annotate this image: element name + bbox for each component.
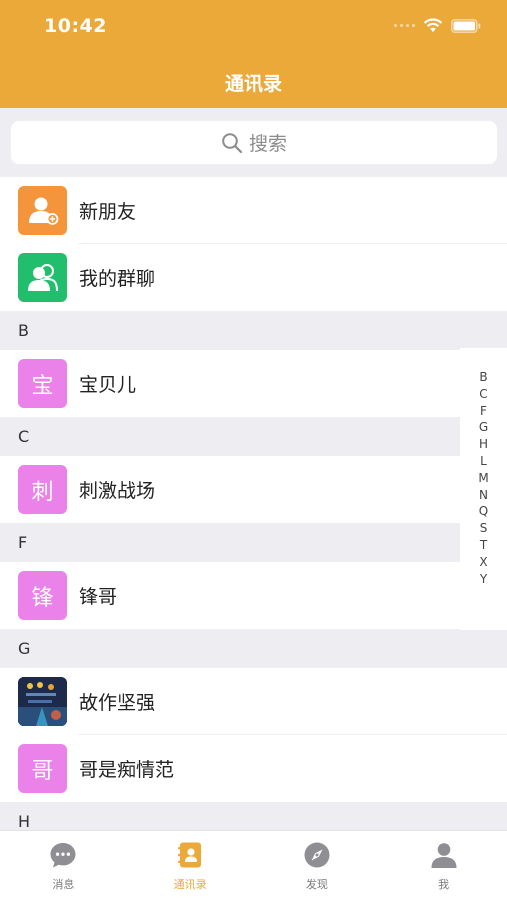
- signal-icon: [394, 24, 415, 27]
- search-input[interactable]: 搜索: [11, 121, 497, 164]
- compass-icon: [303, 841, 331, 869]
- contact-row[interactable]: 故作坚强: [0, 668, 507, 735]
- tab-messages[interactable]: 消息: [0, 831, 127, 900]
- list-item-new-friends[interactable]: 新朋友: [0, 177, 507, 244]
- index-letter[interactable]: L: [480, 453, 487, 470]
- status-indicators: [394, 18, 481, 33]
- list-item-label: 新朋友: [79, 201, 137, 223]
- status-time: 10:42: [44, 15, 107, 37]
- section-header-h: H: [0, 802, 507, 830]
- index-letter[interactable]: T: [480, 537, 487, 554]
- contact-row[interactable]: 哥 哥是痴情范: [0, 735, 507, 802]
- alphabet-index[interactable]: B C F G H L M N Q S T X Y: [460, 348, 507, 630]
- contact-row[interactable]: 刺 刺激战场: [0, 456, 507, 523]
- avatar: 哥: [18, 744, 67, 793]
- search-placeholder: 搜索: [248, 133, 287, 155]
- new-friend-icon: [18, 186, 67, 235]
- index-letter[interactable]: B: [479, 369, 487, 386]
- navigation-bar: 通讯录: [0, 56, 507, 108]
- status-bar: 10:42: [0, 0, 507, 56]
- index-letter[interactable]: Y: [480, 571, 487, 588]
- person-icon: [430, 841, 458, 869]
- contact-name: 故作坚强: [79, 692, 156, 714]
- index-letter[interactable]: M: [478, 470, 488, 487]
- list-item-group-chats[interactable]: 我的群聊: [0, 244, 507, 311]
- tab-label: 通讯录: [173, 878, 207, 891]
- contact-list: 新朋友 我的群聊 B 宝 宝贝儿 C 刺 刺激战场 F 锋 锋哥 G 故作坚强 …: [0, 177, 507, 830]
- tab-label: 发现: [305, 878, 328, 891]
- index-letter[interactable]: Q: [479, 503, 488, 520]
- chat-bubble-icon: [49, 841, 77, 869]
- section-header-b: B: [0, 311, 507, 350]
- avatar: 刺: [18, 465, 67, 514]
- tab-label: 消息: [52, 878, 75, 891]
- search-area: 搜索: [0, 108, 507, 177]
- tab-bar: 消息 通讯录 发现 我: [0, 830, 507, 900]
- wifi-icon: [423, 18, 443, 32]
- tab-me[interactable]: 我: [380, 831, 507, 900]
- battery-icon: [451, 18, 481, 33]
- contact-row[interactable]: 宝 宝贝儿: [0, 350, 507, 417]
- tab-contacts[interactable]: 通讯录: [127, 831, 254, 900]
- contact-name: 刺激战场: [79, 480, 156, 502]
- group-chat-icon: [18, 253, 67, 302]
- contact-name: 哥是痴情范: [79, 759, 175, 781]
- index-letter[interactable]: C: [479, 386, 487, 403]
- section-header-c: C: [0, 417, 507, 456]
- tab-discover[interactable]: 发现: [254, 831, 381, 900]
- index-letter[interactable]: X: [479, 554, 487, 571]
- index-letter[interactable]: F: [480, 403, 487, 420]
- avatar-photo: [18, 677, 67, 726]
- list-item-label: 我的群聊: [79, 268, 156, 290]
- section-header-f: F: [0, 523, 507, 562]
- contact-name: 宝贝儿: [79, 374, 137, 396]
- search-icon: [222, 132, 243, 153]
- index-letter[interactable]: G: [479, 419, 488, 436]
- avatar: 宝: [18, 359, 67, 408]
- avatar: 锋: [18, 571, 67, 620]
- index-letter[interactable]: H: [479, 436, 488, 453]
- tab-label: 我: [438, 878, 450, 891]
- index-letter[interactable]: S: [480, 520, 488, 537]
- contact-name: 锋哥: [79, 586, 118, 608]
- contact-row[interactable]: 锋 锋哥: [0, 562, 507, 629]
- page-title: 通讯录: [224, 72, 282, 95]
- section-header-g: G: [0, 629, 507, 668]
- contacts-book-icon: [176, 841, 204, 869]
- index-letter[interactable]: N: [479, 487, 488, 504]
